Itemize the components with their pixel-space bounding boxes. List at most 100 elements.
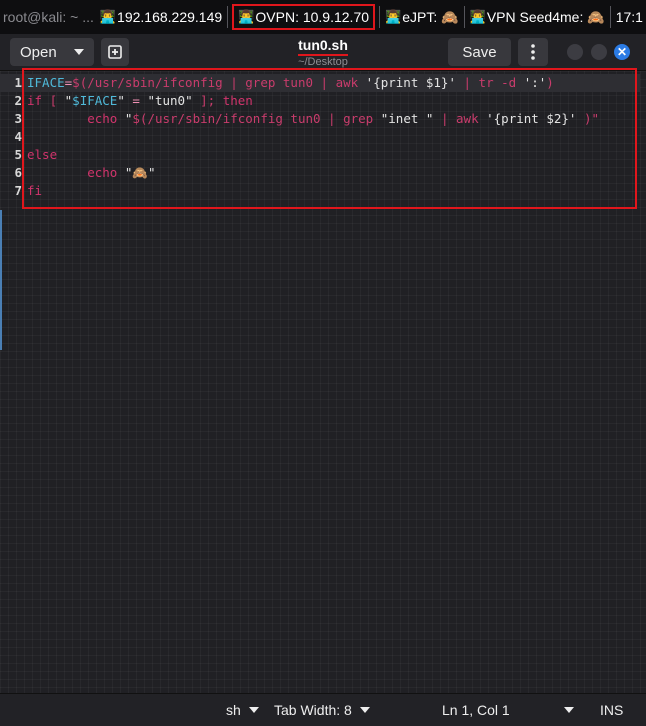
code-token: ) <box>546 75 554 90</box>
line-content: echo "$(/usr/sbin/ifconfig tun0 | grep "… <box>27 110 599 128</box>
chevron-down-icon <box>248 707 259 713</box>
code-token: fi <box>27 183 43 198</box>
tab-width-selector[interactable]: Tab Width: 8 <box>274 694 370 726</box>
panel-separator <box>379 6 381 28</box>
line-number: 7 <box>14 183 22 198</box>
panel-separator <box>463 6 465 28</box>
code-token: echo <box>87 111 118 126</box>
line-number: 1 <box>14 75 22 90</box>
line-number: 2 <box>14 93 22 108</box>
cursor-position-label: Ln 1, Col 1 <box>442 702 510 718</box>
window-edge <box>0 210 2 350</box>
clock-label: 17:1 <box>615 9 643 25</box>
code-token: $(/usr/sbin/ifconfig | grep tun0 | awk <box>72 75 366 90</box>
panel-separator <box>609 6 611 28</box>
header-bar: Open tun0.sh ~/Desktop Save ✕ <box>0 34 646 71</box>
minimize-button[interactable] <box>567 44 583 60</box>
save-button-label: Save <box>462 43 497 61</box>
new-document-button[interactable] <box>101 38 129 66</box>
open-button[interactable]: Open <box>10 38 94 66</box>
code-line[interactable]: 4 <box>0 128 640 146</box>
language-selector[interactable]: sh <box>226 694 259 726</box>
code-token: "🙈" <box>117 165 156 180</box>
ovpn-indicator[interactable]: 👨‍💻 OVPN: 10.9.12.70 <box>232 4 376 30</box>
cursor-position-dropdown[interactable] <box>556 694 574 726</box>
close-icon: ✕ <box>616 45 628 59</box>
top-panel: root@kali: ~ ... 👨‍💻 192.168.229.149 👨‍💻… <box>0 0 646 34</box>
code-line[interactable]: 5 else <box>0 146 640 164</box>
line-number: 3 <box>14 111 22 126</box>
panel-separator <box>227 6 229 28</box>
code-area[interactable]: 1 IFACE=$(/usr/sbin/ifconfig | grep tun0 … <box>0 74 640 200</box>
line-content: else <box>27 146 57 164</box>
code-token: else <box>27 147 58 162</box>
code-token: [ <box>42 93 65 108</box>
line-number: 5 <box>14 147 22 162</box>
code-token: )" <box>576 111 600 126</box>
code-token: if <box>27 93 43 108</box>
ip-label: 192.168.229.149 <box>117 9 223 25</box>
code-token: '{print $1}' <box>365 75 456 90</box>
hacker-icon: 👨‍💻 <box>238 9 255 24</box>
code-token: $IFACE <box>72 93 118 108</box>
ejpt-label: eJPT: 🙈 <box>402 8 459 25</box>
maximize-button[interactable] <box>591 44 607 60</box>
chevron-down-icon <box>359 707 370 713</box>
chevron-down-icon <box>74 49 84 55</box>
line-content: echo "🙈" <box>27 164 155 182</box>
open-button-label: Open <box>20 43 57 61</box>
line-content: if [ "$IFACE" = "tun0" ]; then <box>27 92 253 110</box>
chevron-down-icon <box>564 707 574 713</box>
vpn-seed-label: VPN Seed4me: 🙈 <box>486 8 605 25</box>
code-token: "inet " <box>380 111 434 126</box>
code-token: | tr -d <box>455 75 524 90</box>
language-label: sh <box>226 702 241 718</box>
code-token: '{print $2}' <box>486 111 577 126</box>
cursor-position[interactable]: Ln 1, Col 1 <box>442 694 510 726</box>
close-button[interactable]: ✕ <box>614 44 630 60</box>
insert-mode-label: INS <box>600 702 624 718</box>
code-token: $(/usr/sbin/ifconfig tun0 | grep <box>132 111 381 126</box>
document-title: tun0.sh <box>298 37 348 56</box>
code-token: then <box>222 93 253 108</box>
code-token: " <box>117 93 125 108</box>
hacker-icon: 👨‍💻 <box>99 9 117 24</box>
ip-indicator[interactable]: 👨‍💻 192.168.229.149 <box>97 0 225 34</box>
code-line[interactable]: 2 if [ "$IFACE" = "tun0" ]; then <box>0 92 640 110</box>
text-editor[interactable]: 1 IFACE=$(/usr/sbin/ifconfig | grep tun0 … <box>0 71 646 693</box>
line-content: IFACE=$(/usr/sbin/ifconfig | grep tun0 |… <box>27 74 554 92</box>
code-line[interactable]: 3 echo "$(/usr/sbin/ifconfig tun0 | grep… <box>0 110 640 128</box>
new-document-icon <box>108 45 122 59</box>
kebab-menu-icon <box>531 44 535 60</box>
code-token: " <box>117 111 133 126</box>
code-token: ]; <box>192 93 223 108</box>
menu-button[interactable] <box>518 38 548 66</box>
line-number: 4 <box>14 129 22 144</box>
code-token: ':' <box>523 75 547 90</box>
document-title-area: tun0.sh ~/Desktop <box>270 37 376 68</box>
code-line[interactable]: 1 IFACE=$(/usr/sbin/ifconfig | grep tun0 … <box>0 74 640 92</box>
vpn-seed-indicator[interactable]: 👨‍💻 VPN Seed4me: 🙈 <box>467 0 608 34</box>
document-path: ~/Desktop <box>298 56 348 68</box>
ejpt-indicator[interactable]: 👨‍💻 eJPT: 🙈 <box>382 0 462 34</box>
line-content: fi <box>27 182 42 200</box>
code-token: = <box>124 93 148 108</box>
terminal-task[interactable]: root@kali: ~ ... <box>0 0 97 34</box>
terminal-task-label: root@kali: ~ ... <box>3 9 94 25</box>
save-button[interactable]: Save <box>448 38 511 66</box>
code-token: IFACE <box>27 75 65 90</box>
line-number: 6 <box>14 165 22 180</box>
code-token: | awk <box>433 111 487 126</box>
hacker-icon: 👨‍💻 <box>469 9 486 24</box>
ovpn-label: OVPN: 10.9.12.70 <box>255 9 370 25</box>
code-line[interactable]: 7 fi <box>0 182 640 200</box>
hacker-icon: 👨‍💻 <box>385 9 402 24</box>
code-token: echo <box>87 165 118 180</box>
code-line[interactable]: 6 echo "🙈" <box>0 164 640 182</box>
status-bar: sh Tab Width: 8 Ln 1, Col 1 INS <box>0 693 646 726</box>
tab-width-label: Tab Width: 8 <box>274 702 352 718</box>
clock[interactable]: 17:1 <box>613 0 646 34</box>
insert-mode-indicator[interactable]: INS <box>600 694 623 726</box>
